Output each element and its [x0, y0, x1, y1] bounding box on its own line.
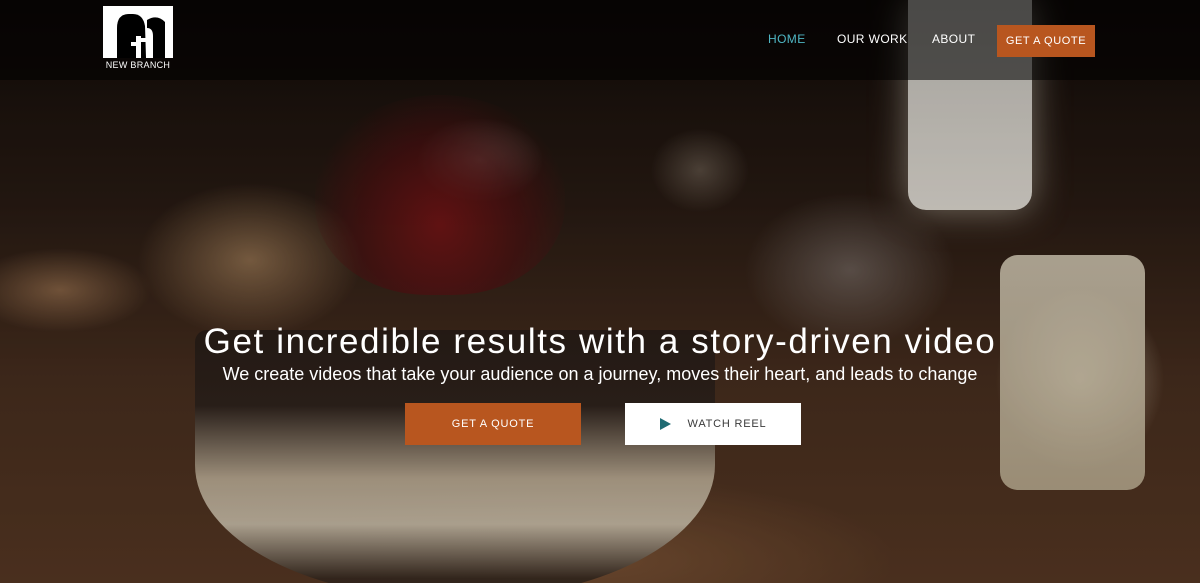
hero-subheadline: We create videos that take your audience… [222, 364, 978, 384]
watch-reel-label: WATCH REEL [687, 418, 767, 430]
nav-link-home[interactable]: HOME [768, 32, 806, 46]
logo-mark-icon [103, 6, 173, 58]
nav-link-about[interactable]: ABOUT [932, 32, 975, 46]
nav-get-a-quote-button[interactable]: GET A QUOTE [997, 25, 1095, 57]
background-overlay [0, 0, 1200, 583]
top-navigation: NEW BRANCH HOME OUR WORK ABOUT GET A QUO… [0, 0, 1200, 80]
hero-headline: Get incredible results with a story-driv… [203, 322, 997, 361]
site-logo[interactable]: NEW BRANCH [103, 6, 173, 70]
play-icon [659, 418, 671, 430]
hero-get-a-quote-button[interactable]: GET A QUOTE [405, 403, 581, 445]
logo-text: NEW BRANCH [105, 60, 171, 70]
watch-reel-button[interactable]: WATCH REEL [625, 403, 801, 445]
hero-section: NEW BRANCH HOME OUR WORK ABOUT GET A QUO… [0, 0, 1200, 583]
nav-link-our-work[interactable]: OUR WORK [837, 32, 908, 46]
